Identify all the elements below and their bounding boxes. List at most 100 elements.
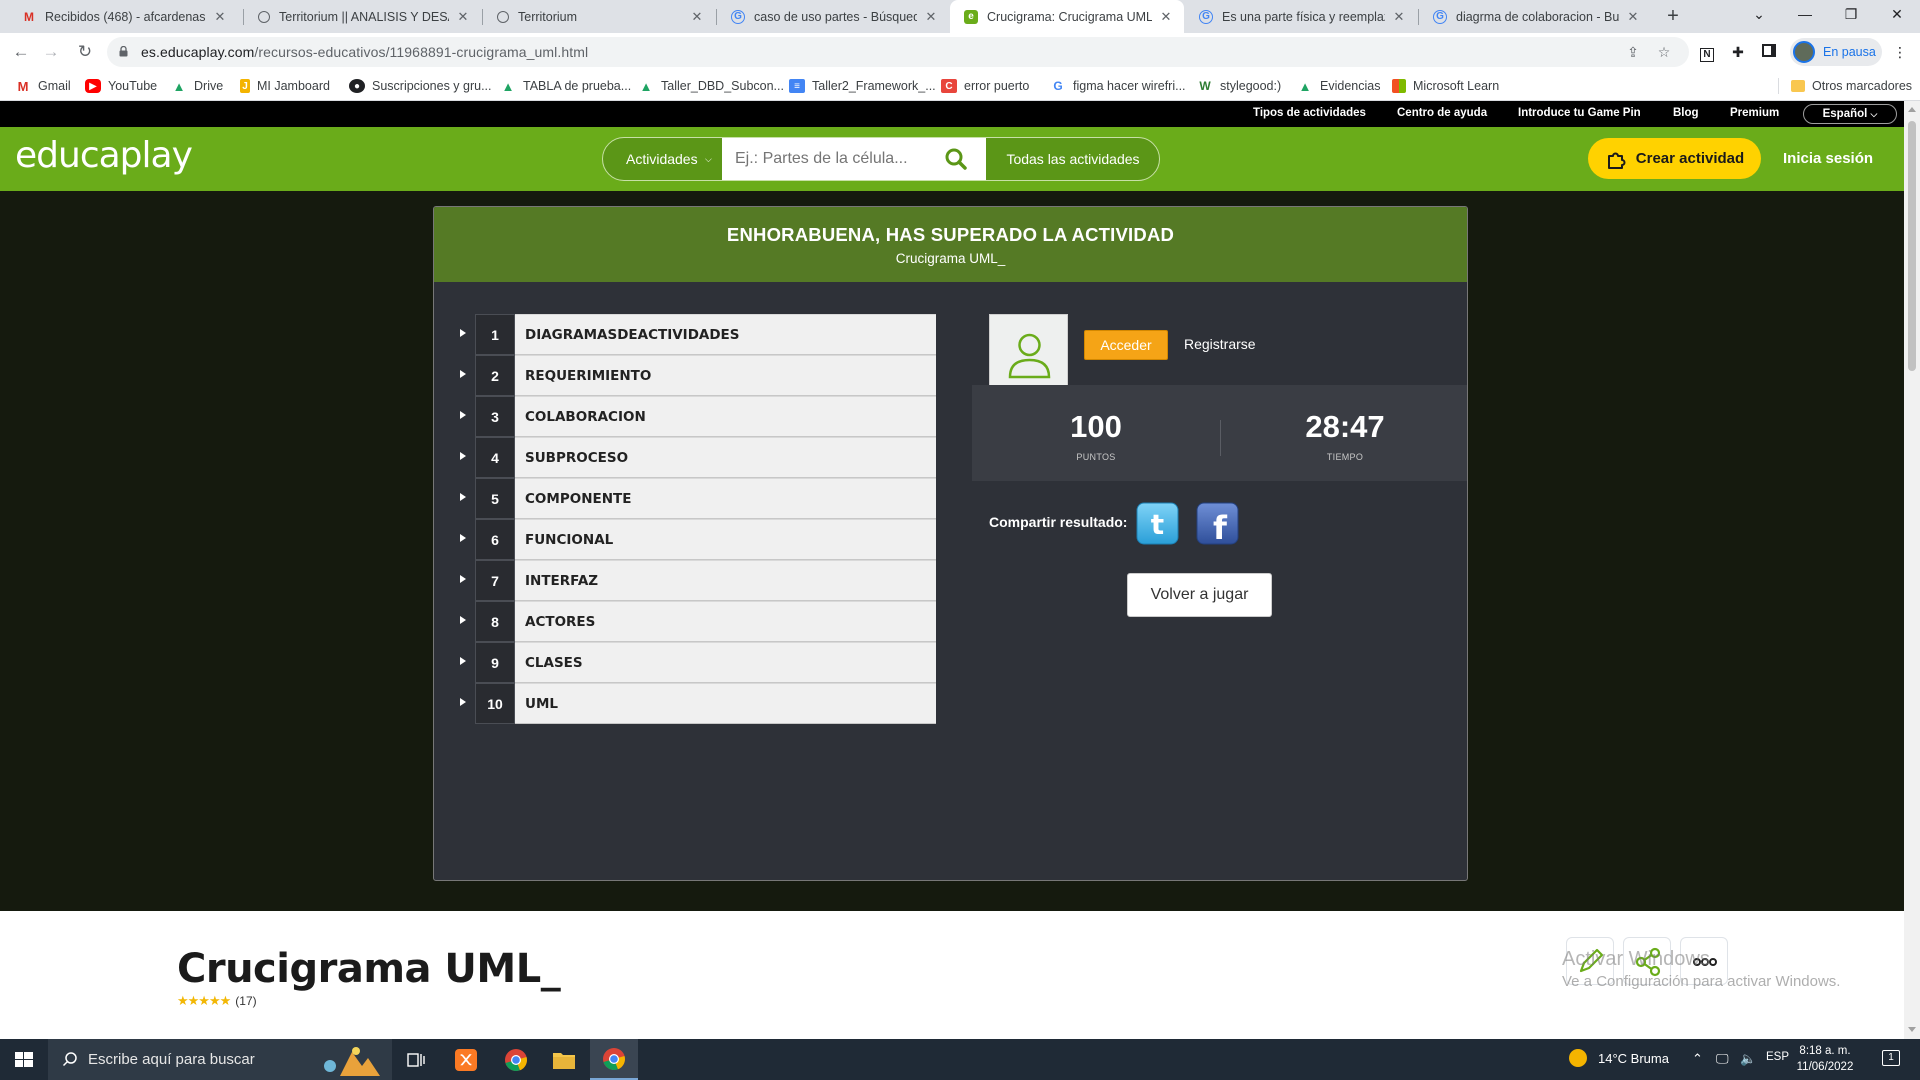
answer-row[interactable]: 7 INTERFAZ <box>460 560 936 601</box>
caret-right-icon <box>460 616 466 624</box>
bookmark-jamboard[interactable]: J MI Jamboard <box>240 77 330 95</box>
volume-icon[interactable]: 🔈 <box>1740 1051 1756 1067</box>
answer-row[interactable]: 1 DIAGRAMASDEACTIVIDADES <box>460 314 936 355</box>
answer-row[interactable]: 9 CLASES <box>460 642 936 683</box>
weather-icon[interactable] <box>1569 1049 1587 1070</box>
windows-start-icon[interactable] <box>0 1039 48 1080</box>
windows-watermark-title: Activar Windows <box>1562 948 1710 970</box>
taskbar-search[interactable]: Escribe aquí para buscar <box>48 1039 392 1080</box>
bookmark-drive[interactable]: ▲ Drive <box>171 77 224 95</box>
answer-row[interactable]: 5 COMPONENTE <box>460 478 936 519</box>
chrome-active-icon[interactable] <box>590 1039 638 1080</box>
educaplay-logo[interactable]: educaplay <box>15 135 193 176</box>
reload-icon[interactable]: ↻ <box>72 40 98 64</box>
back-arrow-icon[interactable]: ← <box>8 40 34 64</box>
twitter-icon[interactable]: t <box>1136 502 1179 545</box>
all-activities-link[interactable]: Todas las actividades <box>987 138 1159 180</box>
answer-row[interactable]: 3 COLABORACION <box>460 396 936 437</box>
tab-google-parte-fisica[interactable]: G Es una parte física y reemplazab ✕ <box>1185 0 1417 33</box>
menu-tipos-actividades[interactable]: Tipos de actividades <box>1253 107 1366 119</box>
acceder-button[interactable]: Acceder <box>1084 330 1168 360</box>
close-icon[interactable]: ✕ <box>1158 9 1174 25</box>
bookmark-microsoft-learn[interactable]: Microsoft Learn <box>1392 77 1499 95</box>
notion-extension-icon[interactable]: N <box>1697 42 1717 62</box>
browser-toolbar: ← → ↻ es.educaplay.com/recursos-educativ… <box>0 33 1920 71</box>
bookmark-youtube[interactable]: ▶ YouTube <box>85 77 157 95</box>
scroll-thumb[interactable] <box>1908 121 1916 371</box>
file-explorer-icon[interactable] <box>540 1039 588 1080</box>
scroll-up-icon[interactable] <box>1908 107 1916 112</box>
url-text[interactable]: es.educaplay.com/recursos-educativos/119… <box>141 44 588 60</box>
side-panel-icon[interactable] <box>1759 42 1779 62</box>
tab-search-chevron-icon[interactable]: ⌄ <box>1736 0 1782 30</box>
tray-chevron-up-icon[interactable]: ⌃ <box>1692 1051 1703 1067</box>
google-icon: G <box>1199 9 1213 24</box>
bookmark-taller-dbd[interactable]: ▲ Taller_DBD_Subcon... <box>638 77 784 95</box>
answer-row[interactable]: 10 UML <box>460 683 936 724</box>
close-icon[interactable]: ✕ <box>1625 9 1641 25</box>
menu-game-pin[interactable]: Introduce tu Game Pin <box>1518 107 1641 119</box>
bookmark-evidencias[interactable]: ▲ Evidencias <box>1297 77 1381 95</box>
search-icon[interactable] <box>943 146 969 172</box>
gmail-icon: M <box>24 9 34 24</box>
new-tab-plus-icon[interactable]: + <box>1661 5 1685 29</box>
scroll-down-icon[interactable] <box>1908 1027 1916 1032</box>
close-icon[interactable]: ✕ <box>455 9 471 25</box>
answer-row[interactable]: 8 ACTORES <box>460 601 936 642</box>
address-bar[interactable]: es.educaplay.com/recursos-educativos/119… <box>107 37 1689 67</box>
bookmark-suscripciones[interactable]: ● Suscripciones y gru... <box>349 77 492 95</box>
tab-territorium[interactable]: Territorium ✕ <box>483 0 715 33</box>
bookmark-error-puerto[interactable]: Cerror puerto <box>941 77 1029 95</box>
bookmark-star-icon[interactable]: ☆ <box>1655 43 1673 61</box>
close-icon[interactable]: ✕ <box>1391 9 1407 25</box>
menu-blog[interactable]: Blog <box>1673 107 1699 119</box>
restore-icon[interactable]: ❐ <box>1828 0 1874 30</box>
menu-premium[interactable]: Premium <box>1730 107 1779 119</box>
login-link[interactable]: Inicia sesión <box>1783 150 1873 167</box>
share-page-icon[interactable]: ⇪ <box>1624 43 1642 61</box>
menu-centro-ayuda[interactable]: Centro de ayuda <box>1397 107 1487 119</box>
window-close-icon[interactable]: ✕ <box>1874 0 1920 30</box>
language-select[interactable]: Español ⌵ <box>1803 104 1897 124</box>
tab-google-colaboracion[interactable]: G diagrma de colaboracion - Busc ✕ <box>1419 0 1651 33</box>
menu-dots-icon[interactable]: ⋮ <box>1890 42 1910 62</box>
tab-educaplay-active[interactable]: e Crucigrama: Crucigrama UML_ ( ✕ <box>950 0 1184 33</box>
answer-row[interactable]: 2 REQUERIMIENTO <box>460 355 936 396</box>
lock-icon[interactable] <box>119 46 128 57</box>
chrome-icon[interactable] <box>492 1039 540 1080</box>
bookmark-stylegood[interactable]: Wstylegood:) <box>1197 77 1281 95</box>
tab-gmail[interactable]: M Recibidos (468) - afcardenas662 ✕ <box>8 0 238 33</box>
bookmark-gmail[interactable]: M Gmail <box>15 77 71 95</box>
keyboard-language[interactable]: ESP <box>1766 1051 1789 1063</box>
answer-number: 1 <box>475 314 515 355</box>
answer-row[interactable]: 6 FUNCIONAL <box>460 519 936 560</box>
replay-button[interactable]: Volver a jugar <box>1127 573 1272 617</box>
task-view-icon[interactable] <box>392 1039 440 1080</box>
close-icon[interactable]: ✕ <box>212 9 228 25</box>
bookmark-figma[interactable]: Gfigma hacer wirefri... <box>1050 77 1185 95</box>
close-icon[interactable]: ✕ <box>689 9 705 25</box>
profile-button[interactable]: En pausa <box>1790 38 1882 66</box>
tab-google-caso-uso[interactable]: G caso de uso partes - Búsqueda c ✕ <box>717 0 949 33</box>
answer-row[interactable]: 4 SUBPROCESO <box>460 437 936 478</box>
taskbar-clock[interactable]: 8:18 a. m. 11/06/2022 <box>1790 1043 1860 1075</box>
weather-text[interactable]: 14°C Bruma <box>1598 1051 1669 1066</box>
notifications-icon[interactable]: 1 <box>1882 1048 1900 1066</box>
forward-arrow-icon[interactable]: → <box>38 40 64 64</box>
extensions-puzzle-icon[interactable]: ✚ <box>1728 42 1748 62</box>
tab-territorium-analisis[interactable]: Territorium || ANALISIS Y DESAR ✕ <box>244 0 481 33</box>
gmail-icon: M <box>17 78 29 94</box>
registrarse-link[interactable]: Registrarse <box>1184 336 1256 352</box>
facebook-icon[interactable]: f <box>1196 502 1239 545</box>
other-bookmarks[interactable]: Otros marcadores <box>1791 77 1912 95</box>
google-icon: G <box>1433 9 1447 24</box>
network-icon[interactable]: 🖵 <box>1716 1051 1729 1067</box>
bookmark-tabla[interactable]: ▲ TABLA de prueba... <box>500 77 632 95</box>
xampp-icon[interactable]: ᙭ <box>442 1039 490 1080</box>
bookmark-taller2[interactable]: ≡ Taller2_Framework_... <box>789 77 936 95</box>
create-activity-button[interactable]: Crear actividad <box>1588 138 1761 179</box>
close-icon[interactable]: ✕ <box>923 9 939 25</box>
page-scrollbar[interactable] <box>1904 101 1920 1039</box>
search-category-select[interactable]: Actividades ⌵ <box>603 138 723 180</box>
minimize-icon[interactable]: — <box>1782 0 1828 30</box>
